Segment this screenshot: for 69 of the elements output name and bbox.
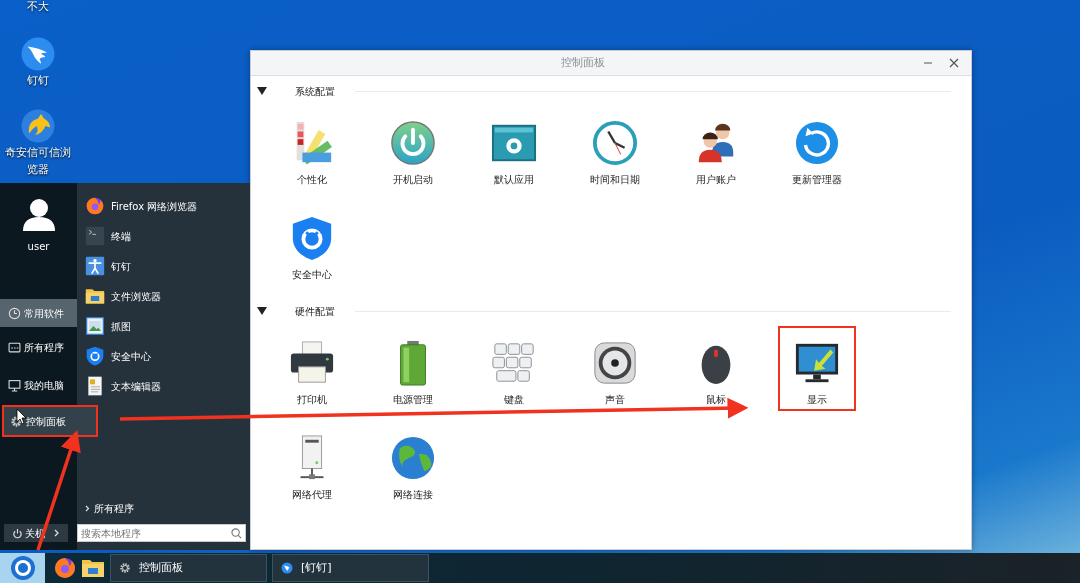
all-programs-link[interactable]: 所有程序 [77,498,250,518]
folder-icon [85,286,105,306]
control-panel-item[interactable]: 网络代理 [272,421,351,506]
clock-icon [591,120,638,166]
picture-icon [85,316,105,336]
window-title: 控制面板 [560,54,606,71]
control-panel-item[interactable]: 更新管理器 [777,106,856,191]
refresh-icon [793,120,840,166]
shield-icon [85,346,105,366]
desktop-icon-label[interactable]: 奇安信可信浏览器 [5,144,71,178]
chevron-icon [54,529,60,537]
control-panel-item[interactable]: 声音 [575,326,654,411]
browser-icon [53,556,77,580]
taskbar-window-button[interactable]: [钉钉] [272,554,429,582]
start-menu-category[interactable]: 我的电脑 [0,371,77,399]
start-menu-category[interactable]: 常用软件 [0,299,77,327]
control-panel-item[interactable]: 网络连接 [373,421,452,506]
app-menu-item[interactable]: Firefox 网络浏览器 [77,191,250,221]
close-icon [949,58,959,68]
power-icon [12,527,23,539]
collapse-triangle-icon[interactable] [257,86,267,96]
app-menu-item[interactable]: 文件浏览器 [77,281,250,311]
app-menu-item[interactable]: 终端 [77,221,250,251]
search-field[interactable]: 搜索本地程序 [77,524,246,542]
avatar-silhouette-icon [20,197,57,231]
section-title: 硬件配置 [295,304,335,319]
browser-icon [85,196,105,216]
control-panel-item[interactable]: 默认应用 [474,106,553,191]
horse-logo-icon [20,108,56,144]
user-name: user [27,240,50,254]
speaker-icon [591,340,638,386]
monitor-icon [8,378,21,392]
taskbar-window-button[interactable]: 控制面板 [110,554,267,582]
section-title: 系统配置 [295,84,335,99]
desktop-icon-label[interactable]: 钉钉 [5,72,71,89]
control-panel-item[interactable]: 打印机 [272,326,351,411]
clock-icon [8,306,21,320]
power-icon [389,120,436,166]
printer-icon [288,340,335,386]
control-panel-item[interactable]: 安全中心 [272,201,351,286]
terminal-icon [85,226,105,246]
control-panel-item[interactable]: 鼠标 [676,326,755,411]
globe-icon [389,435,436,481]
gear-icon [119,562,131,574]
start-menu-category[interactable]: 所有程序 [0,333,77,361]
chevron-icon [85,504,90,512]
control-panel-item[interactable]: 键盘 [474,326,553,411]
control-panel-item[interactable]: 显示 [777,326,856,411]
desktop-icon-label[interactable]: 不大 [5,0,71,15]
document-icon [85,376,105,396]
collapse-triangle-icon[interactable] [257,306,267,316]
bird-logo-icon [281,562,293,574]
control-panel-item[interactable]: 个性化 [272,106,351,191]
control-panel-item[interactable]: 时间和日期 [575,106,654,191]
control-panel-item[interactable]: 电源管理 [373,326,452,411]
start-button[interactable] [0,553,45,583]
control-panel-item[interactable]: 用户账户 [676,106,755,191]
person-icon [85,256,105,276]
gear-icon [10,414,23,428]
cursor-icon [16,408,27,425]
app-menu-item[interactable]: 文本编辑器 [77,371,250,401]
window-icon [8,340,21,354]
start-menu-category[interactable]: 控制面板 [2,405,98,437]
search-icon[interactable] [231,528,242,539]
bird-logo-icon [20,36,56,72]
control-panel-item[interactable]: 开机启动 [373,106,452,191]
app-menu-item[interactable]: 抓图 [77,311,250,341]
app-menu-item[interactable]: 钉钉 [77,251,250,281]
app-menu-item[interactable]: 安全中心 [77,341,250,371]
